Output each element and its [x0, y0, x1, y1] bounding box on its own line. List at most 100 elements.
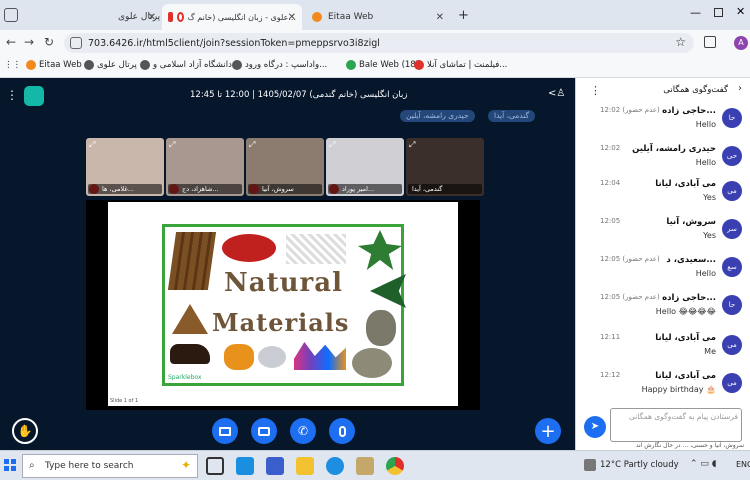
chat-avatar: می	[722, 181, 742, 201]
bookmark-portal[interactable]: پرتال علوی	[84, 60, 137, 70]
participant-name: گندمی، آیدا	[408, 184, 482, 194]
send-button[interactable]: ➤	[584, 416, 606, 438]
profile-avatar[interactable]: A	[734, 36, 748, 50]
chat-message-text: Yes	[703, 193, 716, 202]
camera-button[interactable]	[251, 418, 277, 444]
task-view-icon[interactable]	[206, 457, 224, 475]
window-close-button[interactable]: ✕	[736, 5, 745, 18]
edge-icon[interactable]	[326, 457, 344, 475]
chat-sender: سعیدی، د...	[666, 255, 716, 265]
tab-portal[interactable]: پرتال علوی ✕	[22, 4, 162, 30]
video-tile[interactable]: ⤢ گندمی، آیدا	[406, 138, 484, 196]
raise-hand-button[interactable]: ✋	[12, 418, 38, 444]
app-icon[interactable]	[236, 457, 254, 475]
chat-timestamp: 12:12	[600, 371, 621, 379]
chat-avatar: می	[722, 335, 742, 355]
presentation-area[interactable]: Natural Materials Sparklebox Slide 1 of …	[86, 200, 480, 410]
slide-footer: Sparklebox	[168, 374, 202, 381]
tab-eitaa[interactable]: Eitaa Web ✕	[306, 4, 450, 30]
windows-start-icon[interactable]	[4, 459, 16, 471]
chat-message-text: Happy birthday 🎂	[641, 385, 716, 394]
eitaa-icon	[312, 12, 322, 22]
system-tray[interactable]: ⌃ ▭ ◖	[690, 459, 717, 469]
chat-avatar: حا	[722, 108, 742, 128]
bookmark-filimo[interactable]: فیلمنت | تماشای آنلا...	[414, 60, 507, 70]
chrome-icon[interactable]	[386, 457, 404, 475]
chat-timestamp: 12:04	[600, 179, 621, 187]
bookmark-bale[interactable]: Bale Web (18)	[346, 60, 419, 70]
expand-icon[interactable]: ⤢	[409, 140, 415, 150]
weather-text[interactable]: 12°C Partly cloudy	[600, 460, 679, 470]
expand-icon[interactable]: ⤢	[89, 140, 95, 150]
bale-icon	[346, 60, 356, 70]
expand-icon[interactable]: ⤢	[169, 140, 175, 150]
site-info-icon[interactable]	[70, 37, 82, 49]
rock-image	[366, 310, 396, 346]
bookmark-eitaa[interactable]: Eitaa Web	[26, 60, 82, 70]
chat-sender: می آبادی، لیانا	[655, 333, 716, 343]
globe-icon	[84, 60, 94, 70]
fabric-image	[286, 234, 346, 264]
amber-image	[224, 344, 254, 370]
language-indicator[interactable]: ENG	[736, 460, 750, 469]
chat-message-text: Hello 😂😂😂😂	[655, 307, 716, 316]
file-explorer-icon[interactable]	[296, 457, 314, 475]
chat-avatar: حا	[722, 295, 742, 315]
microphone-button[interactable]	[329, 418, 355, 444]
chat-message-text: Hello	[695, 120, 716, 129]
chat-sender: حیدری رامشه، آیلین	[632, 144, 716, 154]
expand-icon[interactable]: ⤢	[329, 140, 335, 150]
app-icon[interactable]	[356, 457, 374, 475]
forward-button[interactable]: →	[24, 35, 34, 49]
wood-image	[167, 232, 217, 290]
share-screen-button[interactable]	[212, 418, 238, 444]
camera-icon	[258, 426, 270, 436]
app-icon[interactable]	[266, 457, 284, 475]
phone-icon: ✆	[297, 424, 309, 438]
new-tab-button[interactable]: +	[458, 8, 469, 23]
slide-title-line1: Natural	[224, 268, 343, 298]
taskbar-search[interactable]: ⌕ Type here to search ✦	[22, 454, 198, 478]
phone-button[interactable]: ✆	[290, 418, 316, 444]
close-icon[interactable]: ✕	[288, 12, 296, 23]
minimize-button[interactable]: —	[690, 6, 701, 19]
video-tile[interactable]: ⤢ امیر پوراد...	[326, 138, 404, 196]
chat-timestamp: 12:11	[600, 333, 621, 341]
weather-icon[interactable]	[584, 459, 596, 471]
bookmark-vadasp[interactable]: واداسپ : درگاه ورود...	[232, 60, 327, 70]
chat-input[interactable]: فرستادن پیام به گفت‌وگوی همگانی	[610, 408, 742, 442]
bookmark-azad[interactable]: دانشگاه آزاد اسلامی و...	[140, 60, 240, 70]
expand-icon[interactable]: ⤢	[249, 140, 255, 150]
users-icon[interactable]: <♙	[548, 88, 565, 99]
microphone-icon	[338, 425, 346, 437]
url-field[interactable]: 703.6426.ir/html5client/join?sessionToke…	[64, 33, 694, 53]
tab-meeting[interactable]: علوی - زبان انگلیسی (خانم گ... ✕	[162, 4, 302, 30]
chat-timestamp: 12:05 (عدم حضور)	[600, 293, 660, 301]
chat-avatar: می	[722, 373, 742, 393]
bookmarks-bar: ⋮⋮ Eitaa Web پرتال علوی دانشگاه آزاد اسل…	[0, 56, 750, 78]
stats-icon[interactable]	[24, 86, 44, 106]
meeting-app: ⋮ زبان انگلیسی (خانم گندمی) 1405/02/07 |…	[0, 78, 575, 450]
extensions-icon[interactable]	[704, 36, 716, 48]
close-icon[interactable]: ✕	[436, 12, 444, 23]
video-tile[interactable]: ⤢ شاهزاد، دج...	[166, 138, 244, 196]
reload-button[interactable]: ↻	[44, 35, 54, 49]
window-menu-icon[interactable]	[4, 8, 18, 22]
back-button[interactable]: ←	[6, 35, 16, 49]
close-icon[interactable]: ✕	[148, 12, 156, 23]
video-tile[interactable]: ⤢ سروش، آنیا	[246, 138, 324, 196]
bookmark-star-icon[interactable]: ☆	[675, 35, 686, 49]
chat-back-icon[interactable]: ›	[738, 83, 742, 94]
participant-name: امیر پوراد...	[328, 184, 402, 194]
taskbar: ⌕ Type here to search ✦ 12°C Partly clou…	[0, 450, 750, 480]
stone-image	[352, 348, 392, 378]
participant-name: سروش، آنیا	[248, 184, 322, 194]
more-options-icon[interactable]: ⋮	[6, 88, 18, 102]
globe-icon	[232, 60, 242, 70]
maximize-button[interactable]	[714, 8, 723, 17]
eitaa-icon	[26, 60, 36, 70]
actions-plus-button[interactable]: +	[535, 418, 561, 444]
chat-options-icon[interactable]: ⋮	[590, 84, 601, 97]
video-tile[interactable]: ⤢ غلامی، ها...	[86, 138, 164, 196]
apps-grid-icon[interactable]: ⋮⋮	[4, 60, 21, 70]
